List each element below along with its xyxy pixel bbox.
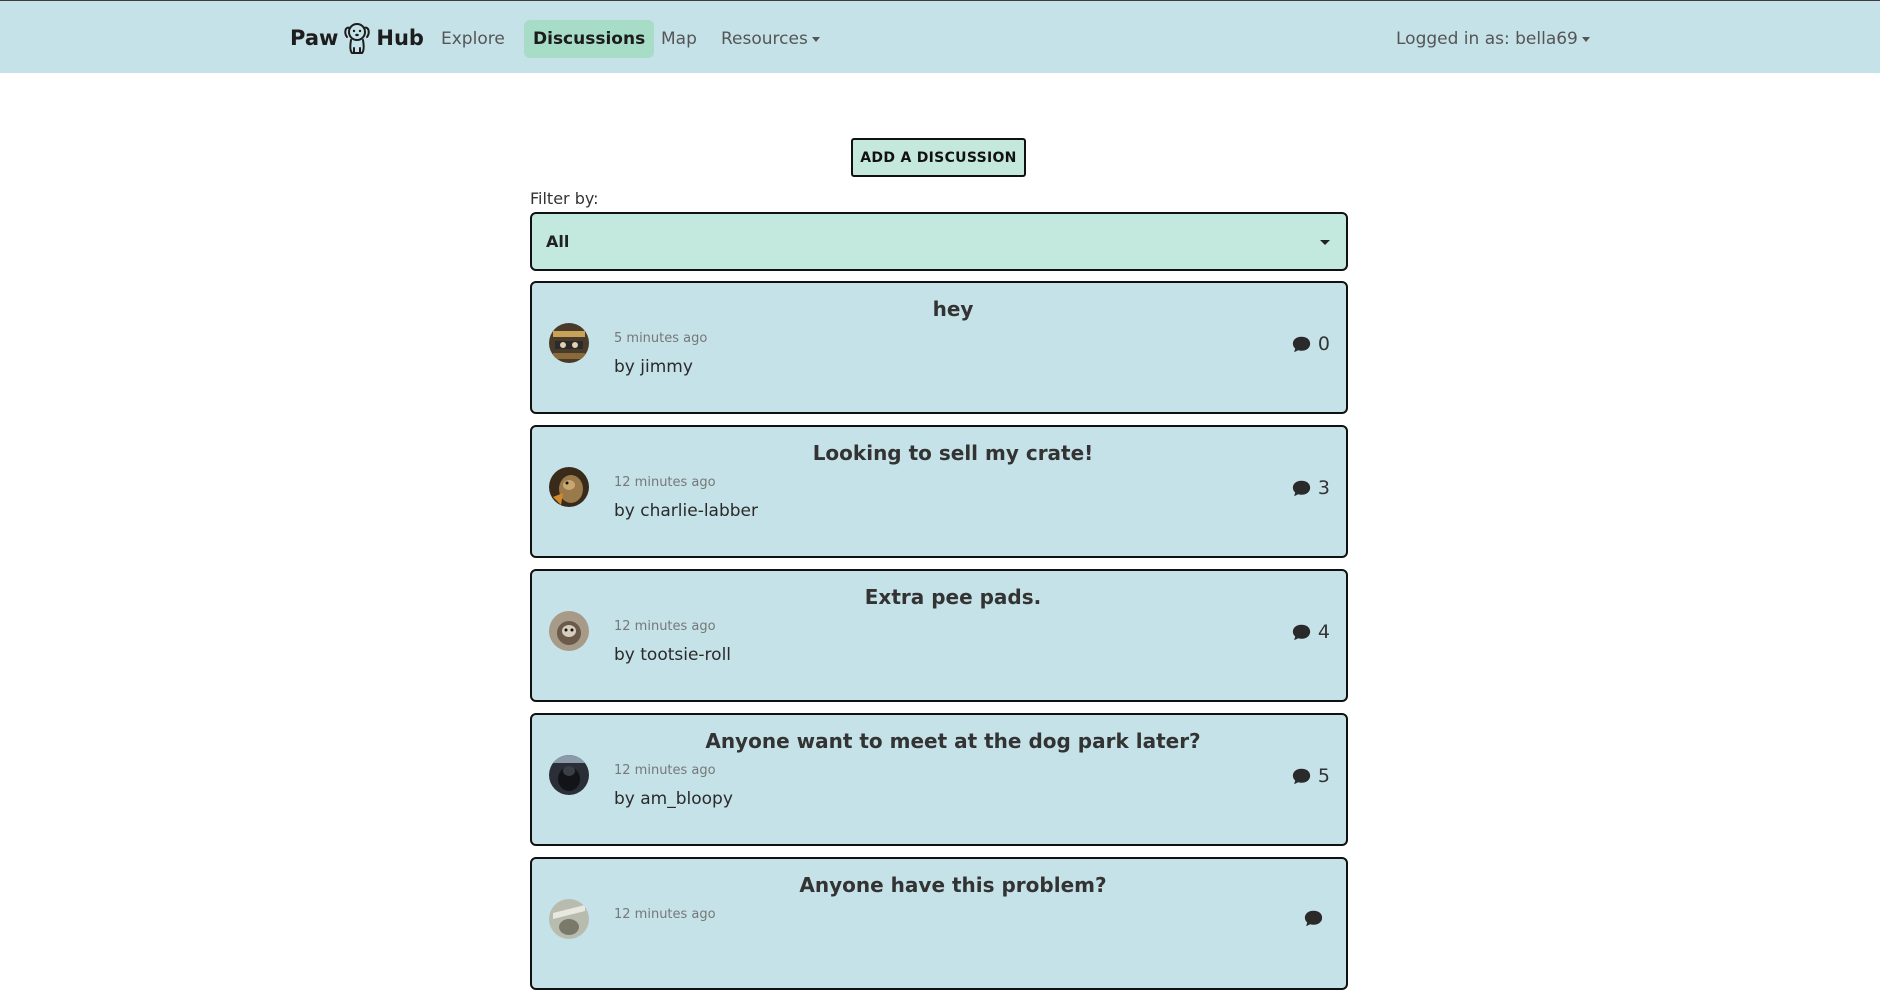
comment-icon xyxy=(1292,624,1311,640)
discussion-time: 12 minutes ago xyxy=(614,619,716,634)
filter-select[interactable]: All xyxy=(530,212,1348,271)
comment-count-value: 4 xyxy=(1317,621,1330,643)
avatar xyxy=(549,611,589,651)
comment-icon xyxy=(1292,768,1311,784)
discussion-title[interactable]: Extra pee pads. xyxy=(532,585,1346,609)
comment-count: 4 xyxy=(1291,621,1330,643)
nav-resources-dropdown[interactable]: Resources xyxy=(712,20,829,58)
discussion-author[interactable]: by charlie-labber xyxy=(614,501,758,521)
filter-label: Filter by: xyxy=(530,189,599,208)
user-menu-label: Logged in as: bella69 xyxy=(1396,29,1578,49)
nav-map[interactable]: Map xyxy=(652,20,706,58)
brand-text-left: Paw xyxy=(290,26,339,50)
discussion-title[interactable]: Anyone have this problem? xyxy=(532,873,1346,897)
avatar xyxy=(549,755,589,795)
comment-count-value: 5 xyxy=(1317,765,1330,787)
comment-count: 3 xyxy=(1291,477,1330,499)
comment-count-value: 0 xyxy=(1317,333,1330,355)
discussion-title[interactable]: hey xyxy=(532,297,1346,321)
discussion-author[interactable]: by tootsie-roll xyxy=(614,645,731,665)
discussion-card[interactable]: Anyone have this problem? 12 minutes ago xyxy=(530,857,1348,990)
avatar xyxy=(549,467,589,507)
brand-text-right: Hub xyxy=(376,26,424,50)
chevron-down-icon xyxy=(1320,240,1330,245)
discussion-author[interactable]: by am_bloopy xyxy=(614,789,733,809)
chevron-down-icon xyxy=(811,36,820,42)
nav-explore[interactable]: Explore xyxy=(432,20,514,58)
filter-selected-value: All xyxy=(546,232,570,251)
discussion-card[interactable]: hey 5 minutes ago by jimmy 0 xyxy=(530,281,1348,414)
dog-logo-icon xyxy=(344,23,371,54)
discussion-title[interactable]: Anyone want to meet at the dog park late… xyxy=(532,729,1346,753)
comment-count-value: 3 xyxy=(1317,477,1330,499)
nav-discussions[interactable]: Discussions xyxy=(524,20,655,58)
discussion-title[interactable]: Looking to sell my crate! xyxy=(532,441,1346,465)
comment-count: 0 xyxy=(1291,333,1330,355)
discussion-time: 5 minutes ago xyxy=(614,331,708,346)
user-menu-dropdown[interactable]: Logged in as: bella69 xyxy=(1396,20,1590,58)
nav-resources-label: Resources xyxy=(721,29,808,49)
comment-icon xyxy=(1292,480,1311,496)
comment-icon xyxy=(1292,336,1311,352)
comment-count: 5 xyxy=(1291,765,1330,787)
discussion-card[interactable]: Anyone want to meet at the dog park late… xyxy=(530,713,1348,846)
avatar xyxy=(549,899,589,939)
top-navbar: Paw Hub Explore Discussions Map Resource… xyxy=(0,0,1880,73)
chevron-down-icon xyxy=(1581,36,1590,42)
discussion-time: 12 minutes ago xyxy=(614,763,716,778)
discussion-time: 12 minutes ago xyxy=(614,475,716,490)
discussion-author[interactable]: by jimmy xyxy=(614,357,693,377)
discussion-card[interactable]: Looking to sell my crate! 12 minutes ago… xyxy=(530,425,1348,558)
avatar xyxy=(549,323,589,363)
add-discussion-button[interactable]: ADD A DISCUSSION xyxy=(851,138,1026,177)
comment-count xyxy=(1303,909,1330,928)
discussion-time: 12 minutes ago xyxy=(614,907,716,922)
comment-icon xyxy=(1304,910,1323,927)
discussion-card[interactable]: Extra pee pads. 12 minutes ago by tootsi… xyxy=(530,569,1348,702)
brand-logo[interactable]: Paw Hub xyxy=(290,21,424,55)
